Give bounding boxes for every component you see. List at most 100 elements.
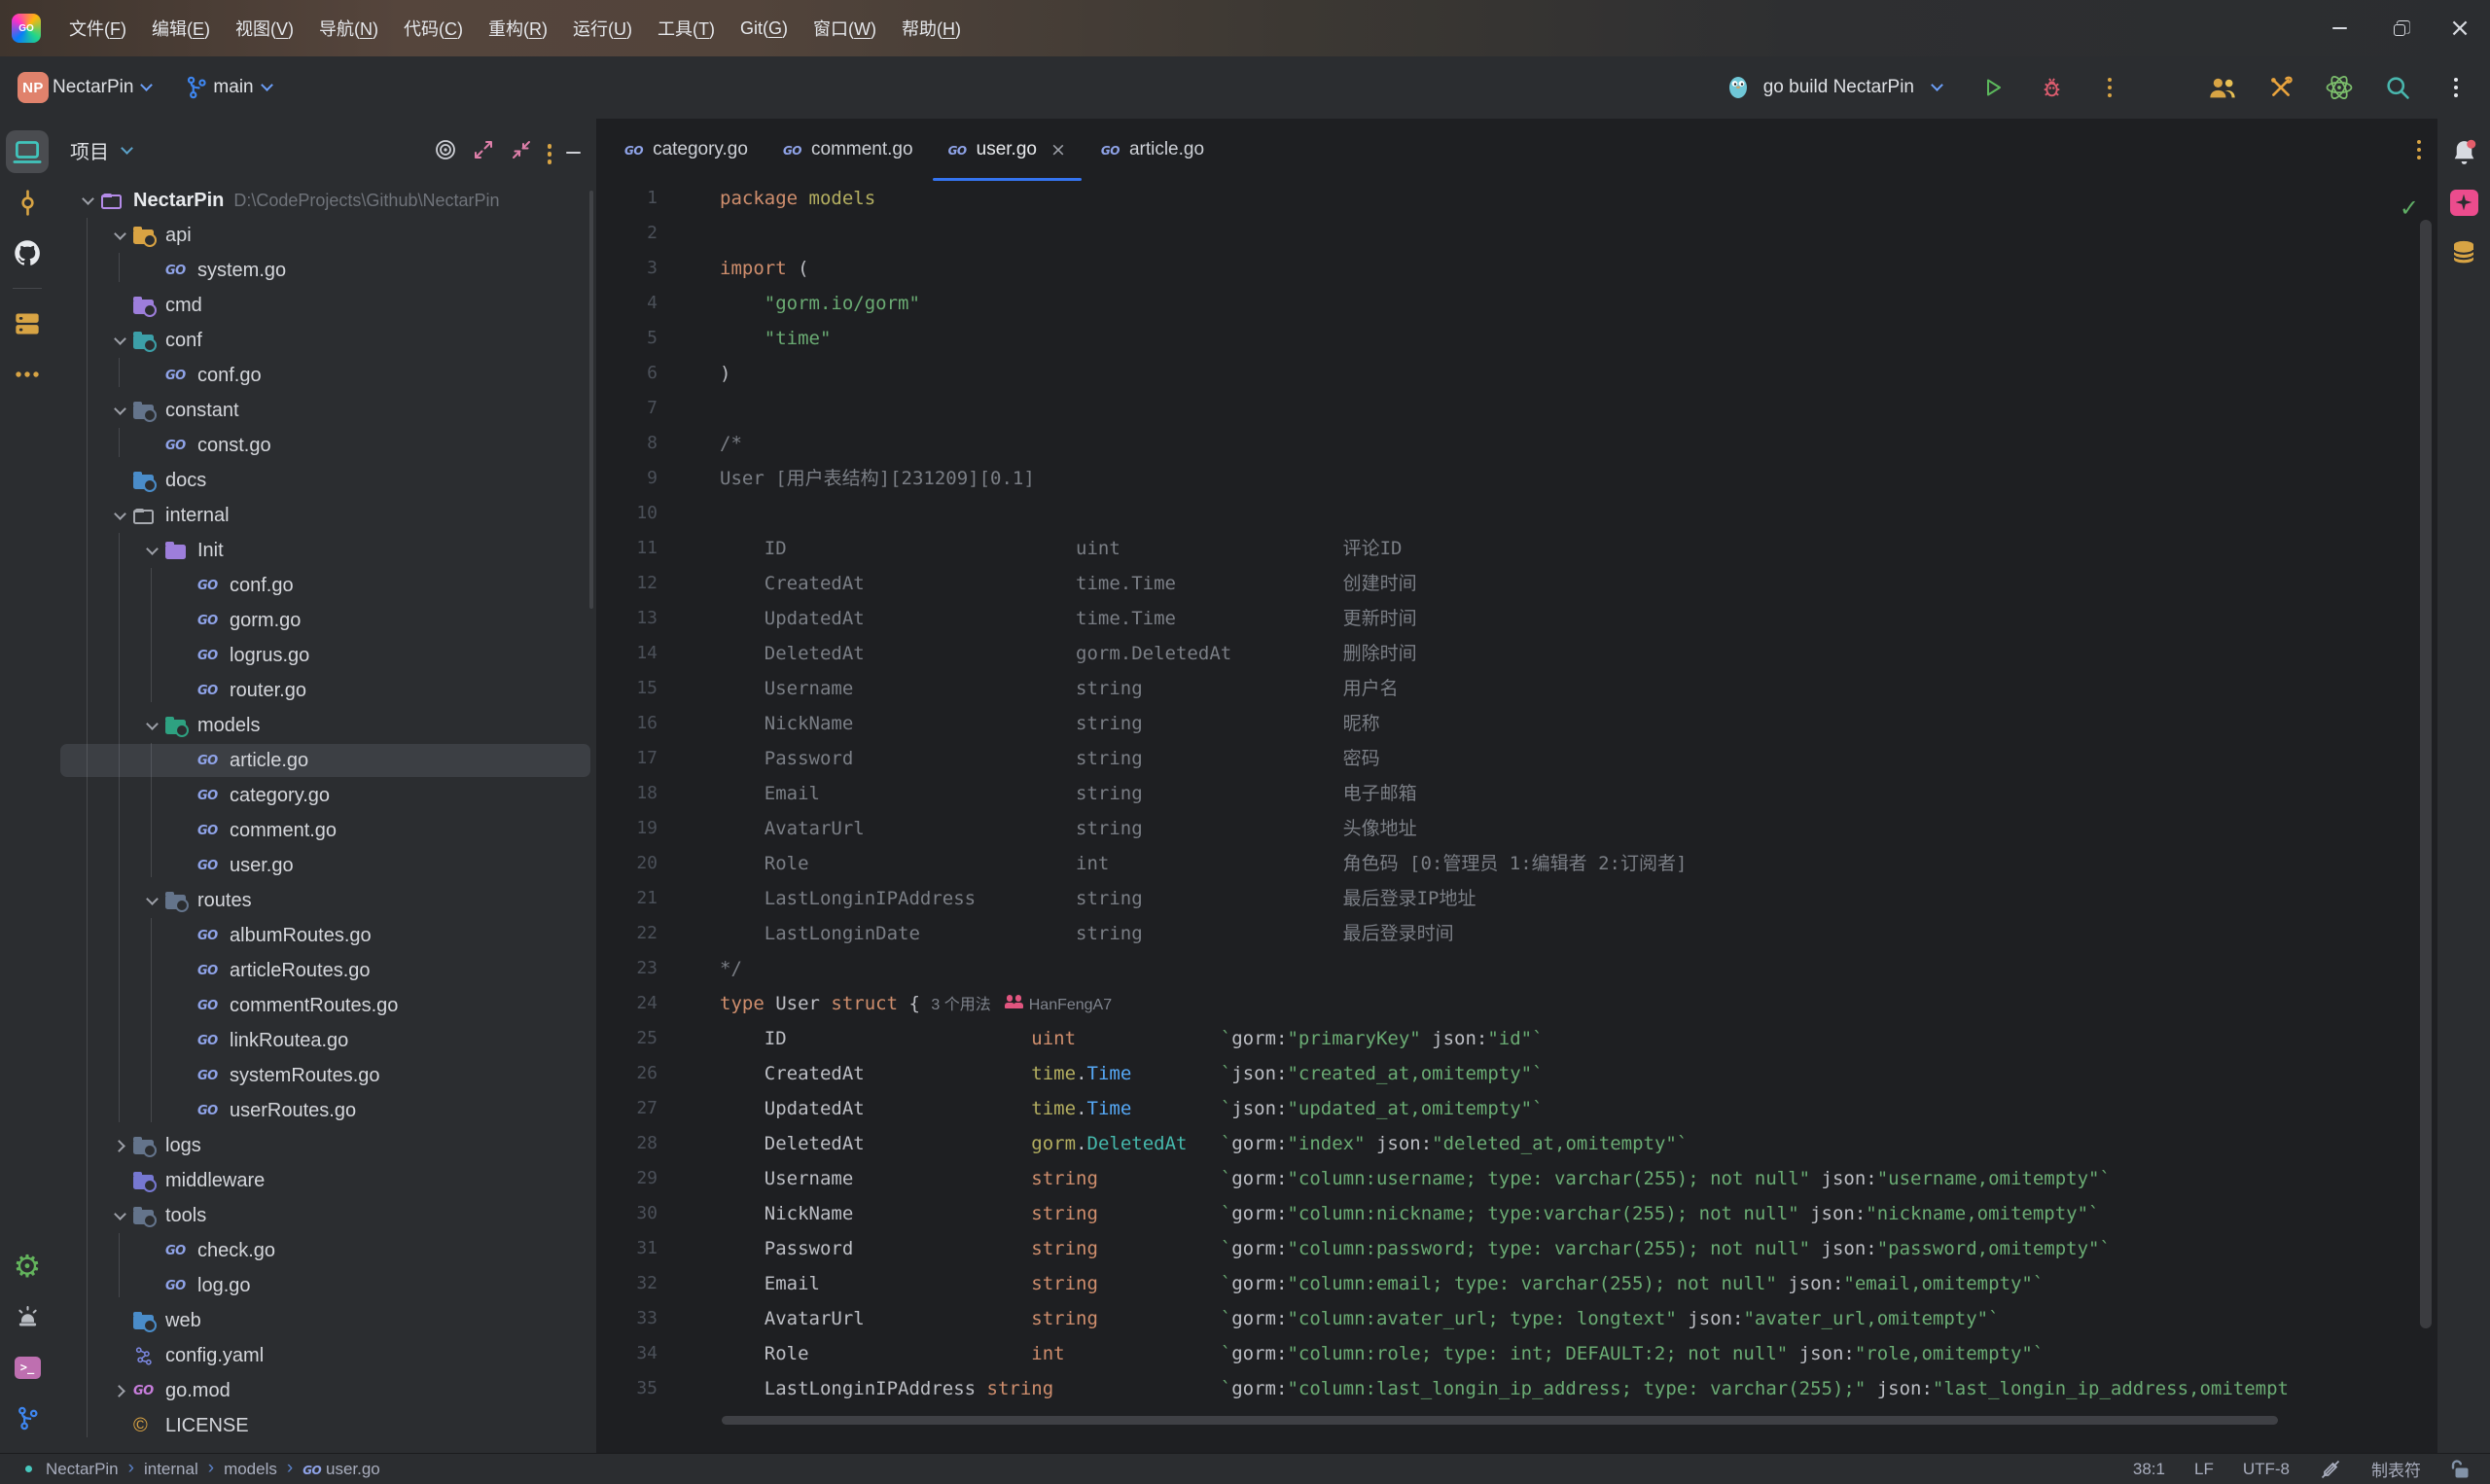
chevron-right-icon[interactable] bbox=[106, 1387, 133, 1396]
breadcrumb-item-user.go[interactable]: GO user.go bbox=[302, 1460, 380, 1479]
line-number[interactable]: 9 bbox=[597, 461, 658, 496]
tree-item-log.go[interactable]: GOlog.go bbox=[54, 1268, 596, 1303]
line-number[interactable]: 17 bbox=[597, 741, 658, 776]
hide-panel-button[interactable] bbox=[566, 141, 581, 159]
tree-item-articleRoutes.go[interactable]: GOarticleRoutes.go bbox=[54, 953, 596, 988]
menu-item-G[interactable]: Git(G) bbox=[728, 12, 800, 46]
caret-position[interactable]: 38:1 bbox=[2133, 1460, 2165, 1479]
tree-item-internal[interactable]: internal bbox=[54, 498, 596, 533]
tree-item-userRoutes.go[interactable]: GOuserRoutes.go bbox=[54, 1093, 596, 1128]
line-number[interactable]: 21 bbox=[597, 881, 658, 916]
tree-item-const.go[interactable]: GOconst.go bbox=[54, 428, 596, 463]
rail-button-version-control[interactable] bbox=[6, 1396, 49, 1439]
line-number[interactable]: 33 bbox=[597, 1301, 658, 1336]
line-number[interactable]: 2 bbox=[597, 216, 658, 251]
menu-item-V[interactable]: 视图(V) bbox=[223, 9, 306, 48]
line-number[interactable]: 13 bbox=[597, 601, 658, 636]
tree-item-docs[interactable]: docs bbox=[54, 463, 596, 498]
author-inlay[interactable]: HanFengA7 bbox=[1029, 997, 1112, 1013]
close-button[interactable]: × bbox=[2430, 0, 2490, 56]
panel-more-button[interactable] bbox=[548, 136, 552, 164]
tab-bar-more-button[interactable] bbox=[2417, 119, 2437, 181]
line-number[interactable]: 23 bbox=[597, 951, 658, 986]
line-number[interactable]: 26 bbox=[597, 1056, 658, 1091]
file-encoding[interactable]: UTF-8 bbox=[2243, 1460, 2290, 1479]
tree-item-check.go[interactable]: GOcheck.go bbox=[54, 1233, 596, 1268]
run-button[interactable] bbox=[1976, 71, 2010, 104]
editor-horizontal-scrollbar[interactable] bbox=[722, 1416, 2278, 1425]
line-number[interactable]: 27 bbox=[597, 1091, 658, 1126]
tab-user.go[interactable]: GOuser.go× bbox=[931, 119, 1084, 181]
menu-item-T[interactable]: 工具(T) bbox=[645, 9, 728, 48]
tree-item-system.go[interactable]: GOsystem.go bbox=[54, 253, 596, 288]
breadcrumb-item-NectarPin[interactable]: NectarPin bbox=[46, 1460, 119, 1479]
line-number[interactable]: 15 bbox=[597, 671, 658, 706]
line-number[interactable]: 31 bbox=[597, 1231, 658, 1266]
chevron-down-icon[interactable] bbox=[74, 198, 101, 203]
debug-button[interactable] bbox=[2035, 71, 2068, 104]
tree-item-systemRoutes.go[interactable]: GOsystemRoutes.go bbox=[54, 1058, 596, 1093]
rail-button-services[interactable] bbox=[6, 302, 49, 345]
line-number[interactable]: 12 bbox=[597, 566, 658, 601]
locate-file-button[interactable] bbox=[434, 138, 457, 161]
chevron-down-icon[interactable] bbox=[138, 548, 165, 553]
usages-inlay[interactable]: 3 个用法 bbox=[931, 997, 990, 1013]
tab-article.go[interactable]: GOarticle.go bbox=[1084, 119, 1222, 181]
tree-item-gorm.go[interactable]: GOgorm.go bbox=[54, 603, 596, 638]
rail-button-database[interactable] bbox=[2442, 231, 2485, 274]
rail-button-project[interactable] bbox=[6, 130, 49, 173]
tree-item-article.go[interactable]: GOarticle.go bbox=[54, 743, 596, 778]
line-number[interactable]: 19 bbox=[597, 811, 658, 846]
menu-item-U[interactable]: 运行(U) bbox=[560, 9, 645, 48]
line-number[interactable]: 24 bbox=[597, 986, 658, 1021]
line-number[interactable]: 11 bbox=[597, 531, 658, 566]
line-number[interactable]: 3 bbox=[597, 251, 658, 286]
tree-item-user.go[interactable]: GOuser.go bbox=[54, 848, 596, 883]
rail-button-github-pull-requests[interactable] bbox=[6, 231, 49, 274]
chevron-down-icon[interactable] bbox=[106, 1214, 133, 1219]
line-number[interactable]: 28 bbox=[597, 1126, 658, 1161]
line-number[interactable]: 20 bbox=[597, 846, 658, 881]
tree-item-commentRoutes.go[interactable]: GOcommentRoutes.go bbox=[54, 988, 596, 1023]
line-number[interactable]: 18 bbox=[597, 776, 658, 811]
tree-item-conf[interactable]: conf bbox=[54, 323, 596, 358]
tree-item-middleware[interactable]: middleware bbox=[54, 1163, 596, 1198]
rail-button-problems[interactable] bbox=[6, 1295, 49, 1338]
main-menu-button[interactable] bbox=[2439, 71, 2472, 104]
restore-button[interactable] bbox=[2369, 0, 2430, 56]
expand-all-button[interactable] bbox=[472, 138, 495, 161]
chevron-right-icon[interactable] bbox=[106, 1142, 133, 1150]
chevron-down-icon[interactable] bbox=[106, 513, 133, 518]
run-configuration[interactable]: go build NectarPin bbox=[1763, 77, 1914, 98]
rail-button-terminal[interactable]: >_ bbox=[6, 1346, 49, 1389]
tree-item-albumRoutes.go[interactable]: GOalbumRoutes.go bbox=[54, 918, 596, 953]
panel-title[interactable]: 项目 bbox=[70, 136, 109, 164]
tree-item-category.go[interactable]: GOcategory.go bbox=[54, 778, 596, 813]
line-number[interactable]: 35 bbox=[597, 1371, 658, 1406]
tree-item-config.yaml[interactable]: config.yaml bbox=[54, 1338, 596, 1373]
breadcrumb-item-models[interactable]: models bbox=[224, 1460, 277, 1479]
tree-item-constant[interactable]: constant bbox=[54, 393, 596, 428]
tree-item-LICENSE[interactable]: ©LICENSE bbox=[54, 1408, 596, 1443]
branch-widget[interactable]: main bbox=[164, 74, 274, 101]
line-number[interactable]: 14 bbox=[597, 636, 658, 671]
line-number[interactable]: 34 bbox=[597, 1336, 658, 1371]
inspections-off-icon[interactable] bbox=[2319, 1458, 2342, 1481]
tree-item-routes[interactable]: routes bbox=[54, 883, 596, 918]
menu-item-R[interactable]: 重构(R) bbox=[476, 9, 560, 48]
code-with-me-button[interactable] bbox=[2206, 71, 2239, 104]
tree-item-go.mod[interactable]: GOgo.mod bbox=[54, 1373, 596, 1408]
tab-comment.go[interactable]: GOcomment.go bbox=[765, 119, 931, 181]
project-widget[interactable]: NP NectarPin bbox=[18, 72, 155, 103]
build-tools-button[interactable] bbox=[2264, 71, 2297, 104]
collapse-all-button[interactable] bbox=[510, 138, 533, 161]
rail-button-more-tool-windows[interactable] bbox=[6, 353, 49, 396]
tree-item-tools[interactable]: tools bbox=[54, 1198, 596, 1233]
line-number[interactable]: 6 bbox=[597, 356, 658, 391]
chevron-down-icon[interactable] bbox=[138, 899, 165, 903]
menu-item-C[interactable]: 代码(C) bbox=[391, 9, 476, 48]
unlocked-icon[interactable] bbox=[2450, 1458, 2471, 1481]
tree-scrollbar[interactable] bbox=[589, 191, 593, 609]
line-number[interactable]: 16 bbox=[597, 706, 658, 741]
line-number[interactable]: 4 bbox=[597, 286, 658, 321]
